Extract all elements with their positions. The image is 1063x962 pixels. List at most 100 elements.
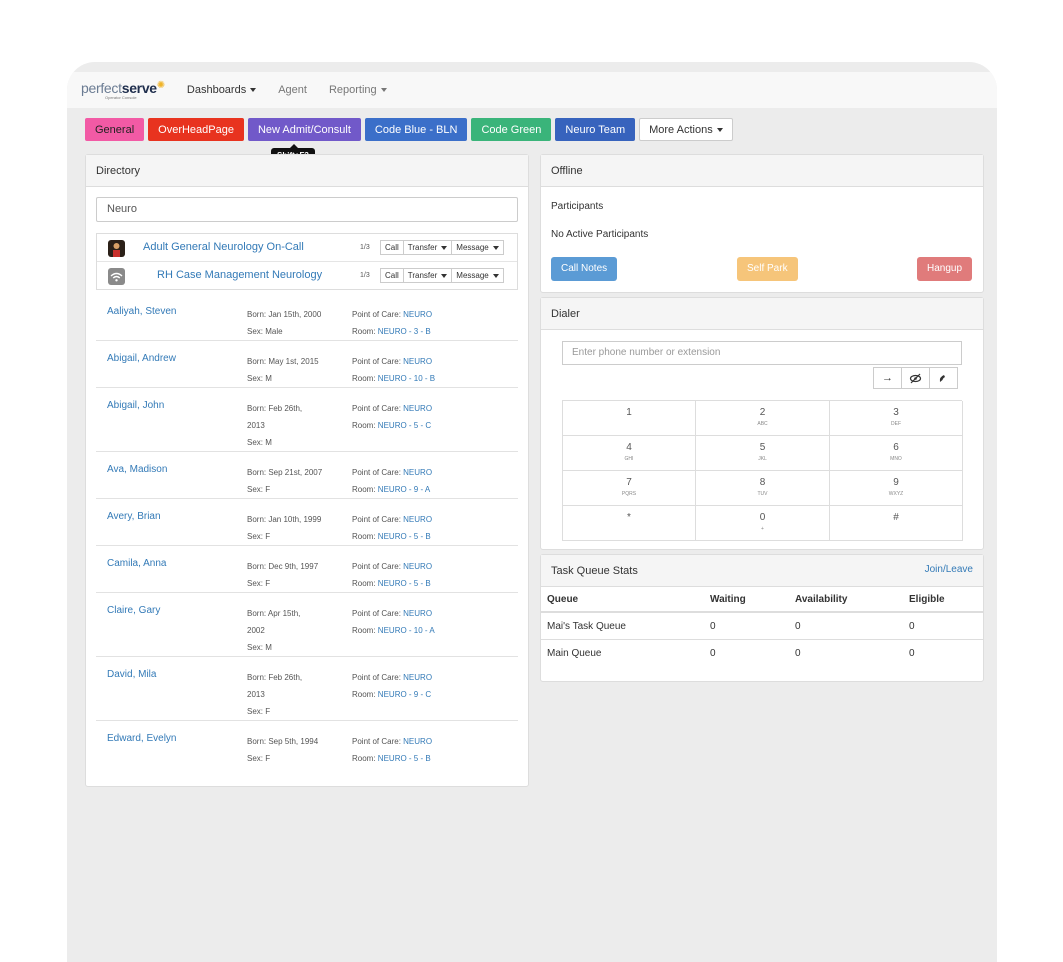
pager-icon[interactable]: 1/3 [360,272,370,279]
arrow-right-icon[interactable]: → [873,367,902,389]
transfer-dropdown[interactable]: Transfer [402,268,453,283]
new-admit-consult-button[interactable]: New Admit/Consult [247,118,361,141]
eye-slash-icon[interactable] [901,367,930,389]
person-born: Born: Jan 15th, 2000 Sex: Male [247,310,322,336]
directory-title: Directory [86,155,528,187]
person-name-link[interactable]: Claire, Gary [107,605,160,616]
call-button[interactable]: Call [380,240,404,255]
dialer-panel: Dialer Enter phone number or extension →… [540,297,984,550]
person-location: Point of Care: NEURO Room: NEURO - 5 - B [352,515,433,541]
list-item: Abigail, John Born: Feb 26th, 2013 Sex: M … [96,388,518,452]
message-dropdown[interactable]: Message [451,240,504,255]
team-list: Adult General Neurology On-Call 1/3 Call… [96,233,518,290]
call-button[interactable]: Call [380,268,404,283]
table-cell: 0 [710,621,716,632]
overhead-page-button[interactable]: OverHeadPage [148,118,244,141]
person-name-link[interactable]: Edward, Evelyn [107,733,176,744]
team-row: RH Case Management Neurology 1/3 Call Tr… [97,262,517,290]
call-notes-button[interactable]: Call Notes [551,257,618,281]
person-name-link[interactable]: Avery, Brian [107,511,161,522]
person-name-link[interactable]: Aaliyah, Steven [107,306,177,317]
key-1[interactable]: 1 [563,401,696,436]
person-name-link[interactable]: Camila, Anna [107,558,166,569]
person-location: Point of Care: NEURO Room: NEURO - 5 - B [352,737,433,763]
table-row: Mai's Task Queue 0 0 0 [541,613,983,640]
person-name-link[interactable]: Ava, Madison [107,464,167,475]
caret-down-icon [250,88,257,93]
key-3[interactable]: 3 DEF [830,401,963,436]
key-5[interactable]: 5 JKL [696,436,830,471]
key-4[interactable]: 4 GHI [563,436,696,471]
table-cell: 0 [909,621,915,632]
phone-icon[interactable] [929,367,958,389]
key-9[interactable]: 9 WXYZ [830,471,963,506]
list-item: Camila, Anna Born: Dec 9th, 1997 Sex: F P… [96,546,518,593]
team-avatar [108,240,125,257]
team-row: Adult General Neurology On-Call 1/3 Call… [97,234,517,262]
person-born: Born: Jan 10th, 1999 Sex: F [247,515,322,541]
join-leave-link[interactable]: Join/Leave [925,564,973,575]
nav-agent[interactable]: Agent [278,84,307,96]
directory-search-input[interactable]: Neuro [96,197,518,222]
sunburst-icon: ✺ [156,79,165,91]
person-born: Born: May 1st, 2015 Sex: M [247,357,319,383]
list-item: Avery, Brian Born: Jan 10th, 1999 Sex: F … [96,499,518,546]
dialer-title: Dialer [541,298,983,330]
person-location: Point of Care: NEURO Room: NEURO - 5 - C [352,404,433,430]
self-park-button[interactable]: Self Park [737,257,798,281]
hangup-button[interactable]: Hangup [917,257,973,281]
nav-reporting[interactable]: Reporting [329,84,387,96]
top-navbar: perfectserve✺ Operator Console Dashboard… [67,72,997,108]
table-header-row: Queue Waiting Availability Eligible [541,587,983,613]
person-name-link[interactable]: Abigail, Andrew [107,353,176,364]
phone-number-input[interactable]: Enter phone number or extension [562,341,962,365]
task-queue-panel: Task Queue Stats Join/Leave Queue Waitin… [540,554,984,682]
people-list: Aaliyah, Steven Born: Jan 15th, 2000 Sex:… [96,294,518,764]
code-blue-button[interactable]: Code Blue - BLN [364,118,468,141]
message-dropdown[interactable]: Message [451,268,504,283]
more-actions-button[interactable]: More Actions [639,118,733,141]
table-row: Main Queue 0 0 0 [541,640,983,667]
perfectserve-logo[interactable]: perfectserve✺ Operator Console [81,79,165,100]
caret-down-icon [441,273,448,278]
person-born: Born: Feb 26th, 2013 Sex: F [247,673,303,716]
column-header: Availability [795,594,848,605]
no-active-participants: No Active Participants [551,229,649,240]
neuro-team-button[interactable]: Neuro Team [555,118,636,141]
team-name-link[interactable]: Adult General Neurology On-Call [143,241,304,253]
person-name-link[interactable]: Abigail, John [107,400,164,411]
key-star[interactable]: * [563,506,696,541]
wifi-avatar-icon [108,268,125,285]
console-window: perfectserve✺ Operator Console Dashboard… [67,62,997,962]
caret-down-icon [492,245,499,250]
person-born: Born: Feb 26th, 2013 Sex: M [247,404,303,447]
caret-down-icon [441,245,448,250]
caret-down-icon [380,88,387,93]
pager-icon[interactable]: 1/3 [360,244,370,251]
nav-dashboards[interactable]: Dashboards [187,84,257,96]
code-green-button[interactable]: Code Green [471,118,552,141]
person-name-link[interactable]: David, Mila [107,669,156,680]
key-hash[interactable]: # [830,506,963,541]
call-status-title: Offline [541,155,983,187]
directory-panel: Directory Neuro Adult General Neurology … [85,154,529,787]
team-name-link[interactable]: RH Case Management Neurology [157,269,322,281]
general-button[interactable]: General [85,118,145,141]
key-7[interactable]: 7 PQRS [563,471,696,506]
key-2[interactable]: 2 ABC [696,401,830,436]
person-location: Point of Care: NEURO Room: NEURO - 3 - B [352,310,433,336]
column-header: Queue [547,594,579,605]
table-cell: 0 [710,648,716,659]
action-bar: General OverHeadPage New Admit/Consult C… [85,118,733,141]
team-action-group: Call Transfer Message [380,240,504,255]
list-item: Edward, Evelyn Born: Sep 5th, 1994 Sex: F… [96,721,518,764]
key-6[interactable]: 6 MNO [830,436,963,471]
person-born: Born: Sep 21st, 2007 Sex: F [247,468,323,494]
person-born: Born: Apr 15th, 2002 Sex: M [247,609,301,652]
table-cell: 0 [909,648,915,659]
key-0[interactable]: 0 + [696,506,830,541]
team-action-group: Call Transfer Message [380,268,504,283]
transfer-dropdown[interactable]: Transfer [402,240,453,255]
list-item: David, Mila Born: Feb 26th, 2013 Sex: F Po… [96,657,518,721]
key-8[interactable]: 8 TUV [696,471,830,506]
